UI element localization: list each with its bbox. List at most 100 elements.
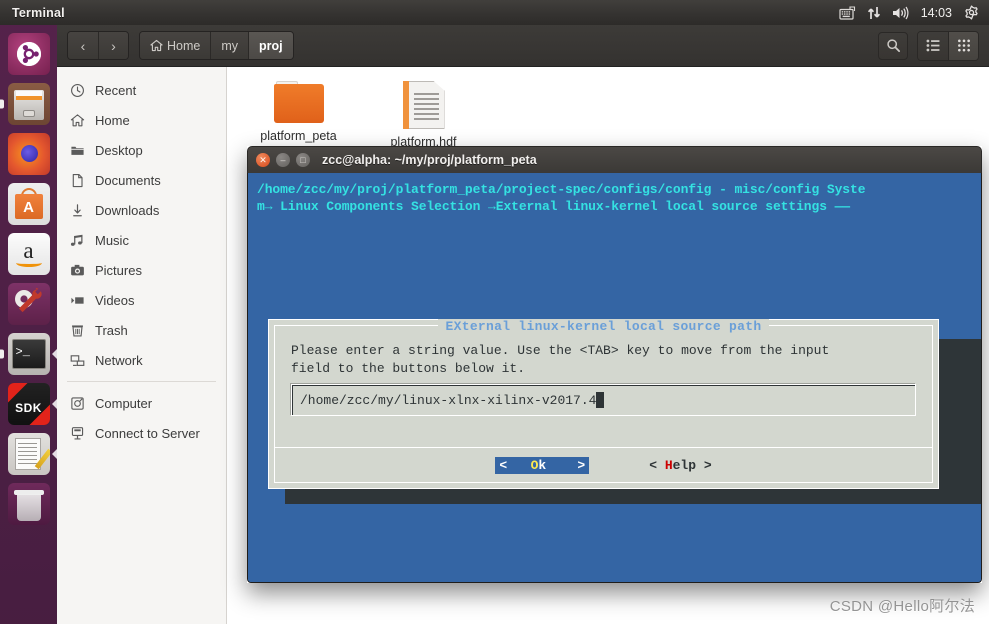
launcher-item-firefox[interactable]: [0, 129, 57, 179]
sdk-icon: SDK: [7, 383, 50, 425]
launcher-item-text-editor[interactable]: [0, 429, 57, 479]
menuconfig-header-line1: /home/zcc/my/proj/platform_peta/project-…: [257, 182, 866, 197]
screen: Terminal 14:03 A a >_ SDK ‹ › Home my pr…: [0, 0, 989, 624]
launcher-item-software-center[interactable]: A: [0, 179, 57, 229]
running-indicator-left: [0, 349, 4, 359]
sidebar: Recent Home Desktop Documents Downloads …: [57, 67, 227, 624]
path-input[interactable]: /home/zcc/my/linux-xlnx-xilinx-v2017.4: [291, 384, 916, 416]
home-icon: [69, 112, 85, 128]
download-icon: [69, 202, 85, 218]
file-manager-toolbar: ‹ › Home my proj: [57, 25, 989, 67]
ubuntu-logo-icon: [7, 33, 50, 75]
ok-prefix: <: [499, 458, 531, 473]
list-view-icon: [926, 39, 941, 52]
sidebar-item-label: Recent: [95, 82, 137, 98]
sidebar-item-label: Desktop: [95, 142, 143, 158]
file-item-label: platform_peta: [260, 129, 337, 143]
grid-view-button[interactable]: [948, 31, 978, 60]
help-rest: elp >: [672, 458, 712, 473]
file-item-folder[interactable]: platform_peta: [241, 81, 356, 149]
input-dialog: EXternal linux-kernel local source path …: [268, 319, 939, 489]
launcher-item-amazon[interactable]: a: [0, 229, 57, 279]
close-icon[interactable]: ✕: [256, 153, 270, 167]
sidebar-item-documents[interactable]: Documents: [57, 165, 226, 195]
launcher-item-ubuntu-dash[interactable]: [0, 29, 57, 79]
focused-indicator-right: [52, 349, 57, 359]
terminal-screen[interactable]: /home/zcc/my/proj/platform_peta/project-…: [248, 173, 981, 582]
volume-icon[interactable]: [892, 6, 909, 20]
breadcrumb-label: proj: [259, 38, 283, 53]
sidebar-item-recent[interactable]: Recent: [57, 75, 226, 105]
launcher-item-files[interactable]: [0, 79, 57, 129]
breadcrumb-item-proj[interactable]: proj: [248, 32, 293, 59]
sidebar-item-pictures[interactable]: Pictures: [57, 255, 226, 285]
sidebar-item-downloads[interactable]: Downloads: [57, 195, 226, 225]
sidebar-item-music[interactable]: Music: [57, 225, 226, 255]
text-editor-icon: [7, 433, 50, 475]
panel-clock[interactable]: 14:03: [920, 6, 953, 20]
sidebar-item-trash[interactable]: Trash: [57, 315, 226, 345]
sidebar-item-network[interactable]: Network: [57, 345, 226, 375]
sidebar-item-connect-to-server[interactable]: Connect to Server: [57, 418, 226, 448]
indicator-right: [52, 449, 57, 459]
list-view-button[interactable]: [918, 31, 948, 60]
sidebar-item-computer[interactable]: Computer: [57, 388, 226, 418]
dialog-message: Please enter a string value. Use the <TA…: [291, 343, 830, 376]
terminal-window: ✕ – □ zcc@alpha: ~/my/proj/platform_peta…: [247, 146, 982, 583]
watermark: CSDN @Hello阿尔法: [829, 598, 975, 615]
network-icon[interactable]: [867, 6, 881, 20]
terminal-titlebar[interactable]: ✕ – □ zcc@alpha: ~/my/proj/platform_peta: [247, 146, 982, 173]
software-center-icon: A: [7, 183, 50, 225]
sidebar-item-label: Computer: [95, 395, 153, 411]
folder-icon: [273, 81, 324, 123]
sidebar-item-desktop[interactable]: Desktop: [57, 135, 226, 165]
help-prefix: <: [649, 458, 665, 473]
launcher-item-system-settings[interactable]: [0, 279, 57, 329]
top-panel: Terminal 14:03: [0, 0, 989, 25]
files-icon: [7, 83, 50, 125]
clock-icon: [69, 82, 85, 98]
terminal-body[interactable]: /home/zcc/my/proj/platform_peta/project-…: [247, 173, 982, 583]
file-item-document[interactable]: platform.hdf: [366, 81, 481, 149]
forward-button[interactable]: ›: [98, 32, 128, 59]
launcher-item-trash[interactable]: [0, 479, 57, 529]
menuconfig-header: /home/zcc/my/proj/platform_peta/project-…: [257, 181, 981, 215]
software-center-glyph: A: [23, 199, 34, 216]
breadcrumb-item-home[interactable]: Home: [140, 32, 211, 59]
sidebar-item-home[interactable]: Home: [57, 105, 226, 135]
dialog-buttons: < Ok > < Help >: [274, 447, 933, 483]
running-indicator-left: [0, 99, 4, 109]
search-button[interactable]: [878, 31, 908, 60]
dialog-title: EXternal linux-kernel local source path: [437, 319, 770, 334]
sidebar-item-label: Documents: [95, 172, 161, 188]
sidebar-item-label: Network: [95, 352, 143, 368]
help-button[interactable]: < Help >: [649, 458, 711, 473]
system-menu-icon[interactable]: [964, 5, 979, 20]
file-grid: platform_peta platform.hdf: [227, 67, 989, 149]
terminal-prompt-glyph: >_: [15, 345, 30, 359]
back-button[interactable]: ‹: [68, 32, 98, 59]
minimize-icon[interactable]: –: [276, 153, 290, 167]
terminal-icon: >_: [7, 333, 50, 375]
sidebar-divider: [67, 381, 216, 382]
keyboard-icon[interactable]: [839, 5, 856, 20]
ok-rest: k >: [538, 458, 586, 473]
video-icon: [69, 292, 85, 308]
sidebar-item-label: Downloads: [95, 202, 160, 218]
sidebar-item-videos[interactable]: Videos: [57, 285, 226, 315]
breadcrumb-item-my[interactable]: my: [210, 32, 249, 59]
ok-button[interactable]: < Ok >: [495, 457, 590, 474]
unity-launcher: A a >_ SDK: [0, 25, 57, 624]
breadcrumb: Home my proj: [139, 31, 294, 60]
network-icon: [69, 352, 85, 368]
firefox-icon: [7, 133, 50, 175]
view-mode-group: [917, 30, 979, 61]
breadcrumb-label: my: [221, 38, 239, 53]
launcher-item-terminal[interactable]: >_: [0, 329, 57, 379]
maximize-icon[interactable]: □: [296, 153, 310, 167]
sidebar-item-label: Music: [95, 232, 129, 248]
launcher-item-xilinx-sdk[interactable]: SDK: [0, 379, 57, 429]
panel-app-title[interactable]: Terminal: [0, 6, 65, 20]
search-icon: [886, 38, 901, 53]
panel-indicators: 14:03: [839, 5, 989, 20]
